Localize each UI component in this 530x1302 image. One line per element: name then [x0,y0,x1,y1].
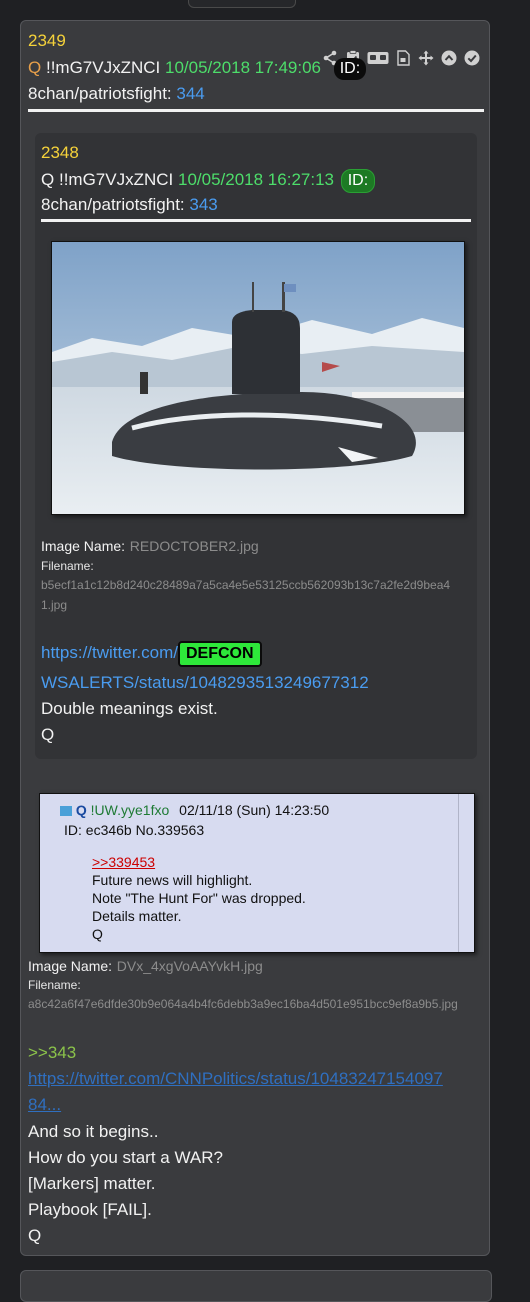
twitter-link-line1: https://twitter.com/DEFCON [41,641,262,667]
quoted-text-signature: Q [41,725,55,744]
embedded-post-screenshot[interactable]: Q !UW.yye1fxo 02/11/18 (Sun) 14:23:50 ID… [39,793,475,953]
quoted-post-number: 2348 [41,143,79,162]
quoted-tripcode: !!mG7VJxZNCI [58,170,174,189]
quoted-id-badge[interactable]: ID: [340,169,376,193]
outer-post-card: 2349 Q !!mG7VJxZNCI 10/05/2018 17:49:06 … [20,20,490,1256]
filename-label: Filename: [41,559,94,573]
image-name-label: Image Name: [41,538,126,554]
outer-filename-label: Filename: [28,978,81,992]
post-author-line: Q !!mG7VJxZNCI 10/05/2018 17:49:06 ID: [28,58,367,80]
screenshot-text-line: Details matter. [92,908,182,924]
move-icon[interactable] [417,49,435,67]
board-line: 8chan/patriotsfight: 344 [28,84,205,104]
author-name: Q [28,58,42,77]
twitter-link-part2[interactable]: WSALERTS/status/1048293513249677312 [41,673,369,693]
screenshot-header: Q !UW.yye1fxo 02/11/18 (Sun) 14:23:50 [60,802,329,818]
image-name[interactable]: REDOCTOBER2.jpg [130,538,259,554]
defcon-badge[interactable]: DEFCON [178,641,262,667]
twitter-link-part1[interactable]: https://twitter.com/ [41,643,178,662]
screenshot-text-line: Note "The Hunt For" was dropped. [92,890,306,906]
post-date: 10/05/2018 17:49:06 [165,58,321,77]
post-text-line: Playbook [FAIL]. [28,1200,152,1219]
quoted-author-name: Q [41,170,55,189]
vr-glasses-icon[interactable] [367,49,389,67]
submarine-photo[interactable] [51,241,465,515]
outer-image-name[interactable]: DVx_4xgVoAAYvkH.jpg [117,958,263,974]
quoted-board-name: 8chan/patriotsfight: [41,195,185,214]
board-post-link[interactable]: 344 [176,84,204,103]
check-icon[interactable] [463,49,481,67]
screenshot-date: 02/11/18 (Sun) 14:23:50 [179,802,330,818]
post-text-line: [Markers] matter. [28,1174,156,1193]
screenshot-trip: !UW.yye1fxo [90,802,170,818]
screenshot-reply-link: >>339453 [92,854,156,870]
screenshot-text-line: Q [92,926,103,942]
id-badge[interactable]: ID: [333,58,367,80]
filename-hash-line1: b5ecf1a1c12b8d240c28489a7a5ca4e5e53125cc… [41,578,451,592]
post-text-line: How do you start a WAR? [28,1148,223,1167]
header-divider [28,109,484,112]
quoted-post-date: 10/05/2018 16:27:13 [178,170,334,189]
outer-image-name-label: Image Name: [28,958,113,974]
screenshot-body: Q !UW.yye1fxo 02/11/18 (Sun) 14:23:50 ID… [40,794,459,952]
post-text-line: And so it begins.. [28,1122,159,1141]
quoted-board-line: 8chan/patriotsfight: 343 [41,195,218,215]
next-post-card [20,1270,492,1302]
quoted-post: 2348 Q !!mG7VJxZNCI 10/05/2018 16:27:13 … [35,133,477,759]
cnn-link-line2[interactable]: 84... [28,1095,61,1115]
quoted-header-divider [41,219,471,222]
outer-image-name-line: Image Name: DVx_4xgVoAAYvkH.jpg [28,956,263,976]
screenshot-id-line: ID: ec346b No.339563 [64,822,205,838]
cnn-link-line1[interactable]: https://twitter.com/CNNPolitics/status/1… [28,1069,443,1089]
quoted-text-line: Double meanings exist. [41,699,218,718]
greentext-quote[interactable]: >>343 [28,1043,76,1063]
screenshot-text-line: Future news will highlight. [92,872,253,888]
file-icon[interactable] [394,49,412,67]
board-name: 8chan/patriotsfight: [28,84,172,103]
post-number: 2349 [28,31,66,50]
quoted-author-line: Q !!mG7VJxZNCI 10/05/2018 16:27:13 ID: [41,169,376,193]
outer-filename-hash: a8c42a6f47e6dfde30b9e064a4b4fc6debb3a9ec… [28,997,458,1011]
image-name-line: Image Name: REDOCTOBER2.jpg [41,536,259,556]
image-thumb-icon [60,806,72,817]
chevron-up-icon[interactable] [440,49,458,67]
screenshot-author: Q [75,802,87,818]
filename-hash-line2: 1.jpg [41,598,68,612]
post-signature: Q [28,1226,42,1245]
tripcode: !!mG7VJxZNCI [45,58,161,77]
quoted-board-post-link[interactable]: 343 [189,195,217,214]
top-tab [188,0,296,8]
